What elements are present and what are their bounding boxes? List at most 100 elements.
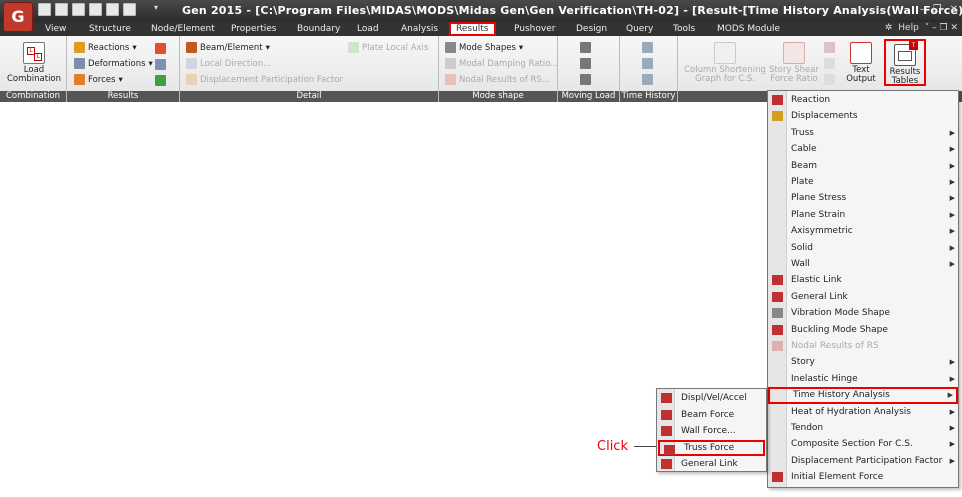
result-option-3-icon[interactable]	[155, 75, 166, 86]
beam-element-button[interactable]: Beam/Element ▾	[186, 42, 270, 53]
load-combination-label: Load Combination	[6, 65, 62, 84]
menu-item-solid[interactable]: Solid ▶	[768, 240, 958, 256]
menu-item-vibration-mode-shape[interactable]: Vibration Mode Shape	[768, 305, 958, 321]
result-option-2-icon[interactable]	[155, 59, 166, 70]
menu-item-elastic-link[interactable]: Elastic Link	[768, 272, 958, 288]
results-tables-label: Results Tables	[889, 67, 921, 86]
modal-damping-button[interactable]: Modal Damping Ratio...	[445, 58, 558, 69]
save-icon[interactable]	[72, 3, 85, 16]
menu-item-reaction[interactable]: Reaction	[768, 92, 958, 108]
ribbon-minimize-icon[interactable]: ˅ – ❐ ✕	[925, 23, 958, 33]
menu-query[interactable]: Query	[621, 22, 658, 36]
load-combination-button[interactable]: L L Load Combination	[6, 42, 62, 84]
menu-item-general-link[interactable]: General Link	[768, 289, 958, 305]
submenu-item-label: Beam Force	[681, 409, 735, 420]
column-shortening-button[interactable]: Column Shortening Graph for C.S.	[684, 42, 766, 84]
story-shear-icon	[783, 42, 805, 64]
menu-item-wall[interactable]: Wall ▶	[768, 256, 958, 272]
misc-option-2-icon[interactable]	[824, 58, 835, 69]
submenu-item-displ-vel-accel[interactable]: Displ/Vel/Accel	[657, 390, 766, 407]
misc-option-3-icon[interactable]	[824, 74, 835, 85]
submenu-item-label: General Link	[681, 459, 738, 469]
menu-boundary[interactable]: Boundary	[292, 22, 345, 36]
time-history-1-icon[interactable]	[642, 42, 653, 53]
menu-item-composite-section-for-c-s[interactable]: Composite Section For C.S. ▶	[768, 436, 958, 452]
menu-item-story[interactable]: Story ▶	[768, 354, 958, 370]
result-option-1-icon[interactable]	[155, 43, 166, 54]
qat-customize-icon[interactable]: ▾	[154, 3, 164, 16]
menu-pushover[interactable]: Pushover	[509, 22, 560, 36]
minimize-icon[interactable]: –	[920, 4, 925, 15]
nodal-results-rs-button[interactable]: Nodal Results of RS...	[445, 74, 550, 85]
menu-item-tendon[interactable]: Tendon ▶	[768, 420, 958, 436]
menu-item-label: Inelastic Hinge	[791, 373, 858, 384]
close-icon[interactable]: ✕	[950, 4, 958, 15]
menu-analysis[interactable]: Analysis	[396, 22, 443, 36]
misc-option-1-icon[interactable]	[824, 42, 835, 53]
print-preview-icon[interactable]	[106, 3, 119, 16]
time-history-2-icon[interactable]	[642, 58, 653, 69]
displacement-pf-button[interactable]: Displacement Participation Factor	[186, 74, 343, 85]
print-icon[interactable]	[89, 3, 102, 16]
plate-local-axis-button[interactable]: Plate Local Axis	[348, 42, 428, 53]
table-icon	[664, 444, 675, 455]
text-output-icon	[850, 42, 872, 64]
menu-item-cable[interactable]: Cable ▶	[768, 141, 958, 157]
submenu-arrow-icon: ▶	[949, 440, 955, 449]
menu-item-label: General Link	[791, 291, 848, 302]
menu-item-displacements[interactable]: Displacements	[768, 108, 958, 124]
reactions-button[interactable]: Reactions ▾	[74, 42, 137, 53]
menu-results[interactable]: Results	[449, 22, 496, 36]
menu-item-buckling-mode-shape[interactable]: Buckling Mode Shape	[768, 322, 958, 338]
submenu-item-wall-force[interactable]: Wall Force...	[657, 423, 766, 440]
menu-item-plane-stress[interactable]: Plane Stress ▶	[768, 190, 958, 206]
new-file-icon[interactable]	[38, 3, 51, 16]
story-shear-button[interactable]: Story Shear Force Ratio	[768, 42, 820, 84]
blank-page-icon[interactable]	[123, 3, 136, 16]
menu-item-inelastic-hinge[interactable]: Inelastic Hinge ▶	[768, 371, 958, 387]
general-link-icon	[772, 291, 783, 302]
menu-item-beam[interactable]: Beam ▶	[768, 158, 958, 174]
menu-load[interactable]: Load	[352, 22, 384, 36]
menu-tools[interactable]: Tools	[668, 22, 700, 36]
mode-shapes-button[interactable]: Mode Shapes ▾	[445, 42, 523, 53]
menu-item-displacement-participation-factor[interactable]: Displacement Participation Factor ▶	[768, 453, 958, 469]
app-logo[interactable]: G	[3, 2, 33, 32]
menu-node-element[interactable]: Node/Element	[146, 22, 220, 36]
text-output-button[interactable]: Text Output	[844, 42, 878, 84]
submenu-item-beam-force[interactable]: Beam Force	[657, 407, 766, 424]
menu-design[interactable]: Design	[571, 22, 612, 36]
click-arrow	[634, 446, 656, 447]
submenu-item-truss-force[interactable]: Truss Force	[658, 439, 765, 456]
deformations-button[interactable]: Deformations ▾	[74, 58, 153, 69]
restore-icon[interactable]: ❐	[933, 4, 942, 15]
menu-item-time-history-analysis[interactable]: Time History Analysis ▶	[768, 387, 958, 404]
forces-button[interactable]: Forces ▾	[74, 74, 123, 85]
settings-icon[interactable]: ✲	[885, 23, 893, 33]
menu-item-plate[interactable]: Plate ▶	[768, 174, 958, 190]
reactions-label: Reactions	[88, 42, 130, 53]
menu-view[interactable]: View	[40, 22, 71, 36]
moving-load-3-icon[interactable]	[580, 74, 591, 85]
moving-load-2-icon[interactable]	[580, 58, 591, 69]
results-tables-button[interactable]: T Results Tables	[884, 39, 926, 86]
menu-structure[interactable]: Structure	[84, 22, 136, 36]
menu-properties[interactable]: Properties	[226, 22, 281, 36]
menu-item-axisymmetric[interactable]: Axisymmetric ▶	[768, 223, 958, 239]
menu-item-nodal-results-of-rs[interactable]: Nodal Results of RS	[768, 338, 958, 354]
local-direction-button[interactable]: Local Direction...	[186, 58, 271, 69]
open-file-icon[interactable]	[55, 3, 68, 16]
time-history-3-icon[interactable]	[642, 74, 653, 85]
help-menu[interactable]: Help	[898, 23, 919, 33]
submenu-arrow-icon: ▶	[949, 161, 955, 170]
plate-local-axis-label: Plate Local Axis	[362, 42, 429, 53]
moving-load-1-icon[interactable]	[580, 42, 591, 53]
menu-item-plane-strain[interactable]: Plane Strain ▶	[768, 207, 958, 223]
menu-mods-module[interactable]: MODS Module	[712, 22, 785, 36]
submenu-item-general-link[interactable]: General Link	[657, 456, 766, 473]
menu-item-initial-element-force[interactable]: Initial Element Force	[768, 469, 958, 485]
forces-label: Forces	[88, 74, 116, 85]
menu-item-heat-of-hydration-analysis[interactable]: Heat of Hydration Analysis ▶	[768, 404, 958, 420]
time-history-submenu: Displ/Vel/Accel Beam Force Wall Force... Tr…	[656, 388, 767, 472]
menu-item-truss[interactable]: Truss ▶	[768, 125, 958, 141]
